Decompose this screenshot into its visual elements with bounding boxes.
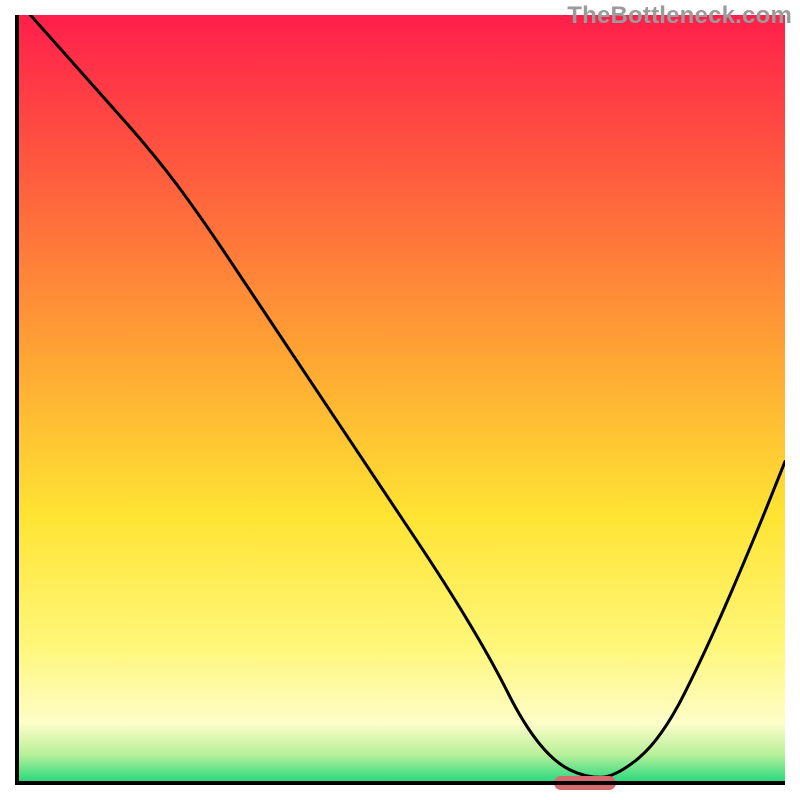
plot-area <box>15 15 785 785</box>
bottleneck-curve <box>15 15 785 785</box>
y-axis <box>15 15 19 785</box>
watermark-text: TheBottleneck.com <box>567 2 792 30</box>
x-axis <box>15 781 785 785</box>
chart-container: TheBottleneck.com <box>0 0 800 800</box>
